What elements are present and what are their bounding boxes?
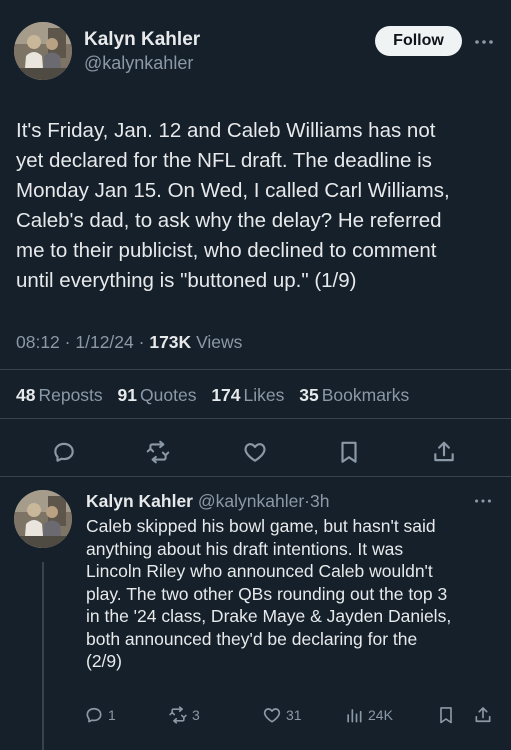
author-block[interactable]: Kalyn Kahler @kalynkahler [84,29,200,74]
author-handle[interactable]: @kalynkahler [84,52,200,74]
reply-reply-button[interactable]: 1 [84,701,116,729]
likes-label: Likes [243,385,285,405]
reply-views-button[interactable]: 24K [344,701,393,729]
reply-bookmark-button[interactable] [436,701,460,729]
likes-count: 174 [211,385,241,405]
quotes-count: 91 [117,385,138,405]
reply-text: Caleb skipped his bowl game, but hasn't … [86,516,452,671]
share-icon [475,707,491,723]
reply-action-bar: 1 3 31 24K [80,701,500,729]
tweet-time[interactable]: 08:12 [16,332,60,352]
tweet-header: Kalyn Kahler @kalynkahler Follow [14,22,497,82]
like-button[interactable] [235,432,275,472]
bookmarks-count: 35 [299,385,319,405]
reply-icon [86,707,102,723]
more-options-icon[interactable] [472,30,496,54]
quotes-label: Quotes [140,385,197,405]
divider [0,476,511,477]
reply-display-name[interactable]: Kalyn Kahler [86,491,193,511]
divider [0,418,511,419]
bookmark-icon [341,441,357,463]
reply-repost-button[interactable]: 3 [168,701,200,729]
share-button[interactable] [424,432,464,472]
quotes-stat[interactable]: 91 Quotes [118,384,197,406]
bookmark-icon [440,707,452,724]
reply-count: 1 [108,707,116,723]
reposts-count: 48 [16,385,36,405]
repost-count: 3 [192,707,200,723]
bookmarks-label: Bookmarks [321,385,410,405]
repost-button[interactable] [138,432,178,472]
reply-share-button[interactable] [473,701,497,729]
avatar[interactable] [14,22,72,80]
views-count: 24K [368,707,393,723]
like-icon [263,708,281,723]
tweet-text: It's Friday, Jan. 12 and Caleb Williams … [16,119,450,292]
tweet-action-bar [0,432,511,472]
bookmark-button[interactable] [329,432,369,472]
reply-handle[interactable]: @kalynkahler [198,491,304,511]
repost-icon [146,440,170,464]
views-count: 173K [149,332,192,352]
avatar-photo [14,22,72,80]
follow-button[interactable]: Follow [375,26,462,56]
avatar-photo [14,490,72,548]
reply-header: Kalyn Kahler @kalynkahler·3h [86,490,329,512]
views-label: Views [196,332,243,352]
bookmarks-stat[interactable]: 35 Bookmarks [299,384,409,406]
reposts-label: Reposts [38,385,103,405]
tweet-meta: 08:12 · 1/12/24 · 173K Views [16,331,242,353]
reply-tweet[interactable]: Kalyn Kahler @kalynkahler·3h Caleb skipp… [0,487,511,750]
tweet-date[interactable]: 1/12/24 [75,332,133,352]
engagement-stats: 48 Reposts 91 Quotes 174 Likes 35 Bookmarks [16,384,419,406]
reply-like-button[interactable]: 31 [262,701,302,729]
meta-separator: · [64,332,71,352]
share-icon [434,441,454,462]
like-count: 31 [286,707,302,723]
tweet-detail-page: Kalyn Kahler @kalynkahler Follow It's Fr… [0,0,511,750]
repost-icon [169,706,187,724]
reply-time[interactable]: 3h [310,491,329,511]
author-display-name[interactable]: Kalyn Kahler [84,29,200,51]
reply-button[interactable] [44,432,84,472]
meta-separator: · [138,332,145,352]
like-icon [244,443,266,462]
thread-connector-line [42,562,44,750]
divider [0,369,511,370]
reply-more-options-icon[interactable] [472,490,494,512]
reposts-stat[interactable]: 48 Reposts [16,384,103,406]
likes-stat[interactable]: 174 Likes [211,384,284,406]
avatar[interactable] [14,490,72,548]
views-icon [347,709,362,723]
reply-icon [54,442,74,462]
